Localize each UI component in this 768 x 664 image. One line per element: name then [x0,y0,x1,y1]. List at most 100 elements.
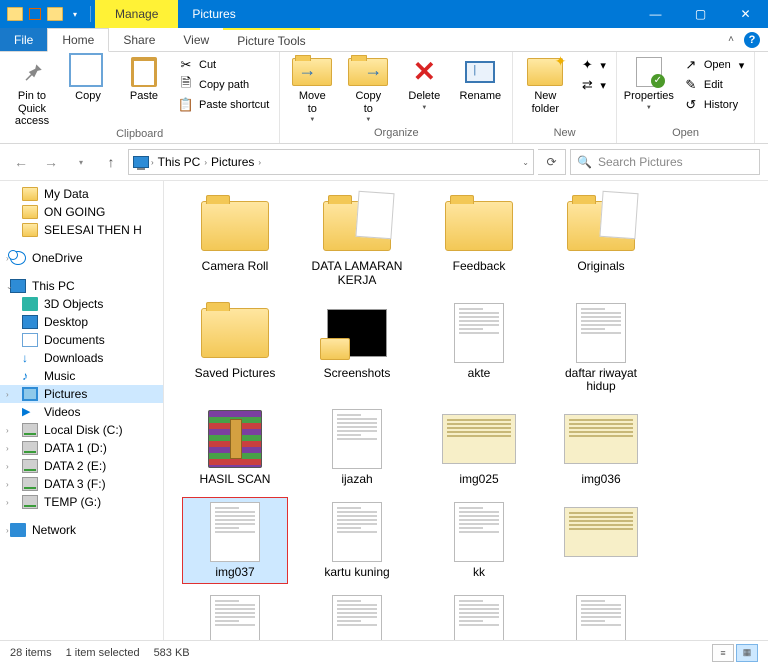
file-item[interactable]: kartu kuning [304,497,410,584]
nav-quick-item[interactable]: ON GOING [0,203,163,221]
tab-share[interactable]: Share [109,28,169,51]
file-item[interactable] [426,590,532,640]
qat-folder-icon[interactable] [6,5,24,23]
chevron-right-icon[interactable]: › [204,158,207,167]
file-item[interactable]: img037 [182,497,288,584]
breadcrumb[interactable]: This PC [156,155,203,169]
easy-access-button[interactable]: ⇄▾ [575,76,610,94]
nav-pc-item[interactable]: ♪Music [0,367,163,385]
view-details-button[interactable]: ≡ [712,644,734,662]
nav-network[interactable]: ›Network [0,521,163,539]
nav-quick-item[interactable]: My Data [0,185,163,203]
address-dropdown-icon[interactable]: ⌄ [522,158,529,167]
file-item[interactable]: DATA LAMARAN KERJA [304,191,410,292]
nav-onedrive[interactable]: ›OneDrive [0,249,163,267]
chevron-right-icon[interactable]: › [6,444,9,453]
nav-pc-item[interactable]: ›Local Disk (C:) [0,421,163,439]
back-button[interactable]: ← [8,149,34,175]
copy-button[interactable]: Copy [62,54,114,103]
tab-picture-tools[interactable]: Picture Tools [223,28,319,51]
file-item[interactable]: kk [426,497,532,584]
tab-home[interactable]: Home [47,28,109,52]
up-button[interactable]: ↑ [98,149,124,175]
pin-to-quick-access-button[interactable]: Pin to Quick access [6,54,58,128]
file-item[interactable]: img036 [548,404,654,491]
refresh-button[interactable]: ⟳ [538,149,566,175]
search-input[interactable]: 🔍 Search Pictures [570,149,760,175]
chevron-right-icon[interactable]: › [6,498,9,507]
file-item[interactable]: Feedback [426,191,532,292]
cut-button[interactable]: ✂Cut [174,56,273,74]
nav-pc-item[interactable]: ›TEMP (G:) [0,493,163,511]
recent-locations-button[interactable]: ▾ [68,149,94,175]
file-item[interactable] [304,590,410,640]
chevron-right-icon[interactable]: › [258,158,261,167]
nav-thispc[interactable]: ⌄This PC [0,277,163,295]
tab-view[interactable]: View [169,28,223,51]
file-item[interactable] [548,590,654,640]
delete-button[interactable]: ✕ Delete▼ [398,54,450,112]
move-to-button[interactable]: → Move to▼ [286,54,338,124]
file-item[interactable]: daftar riwayat hidup [548,298,654,399]
nav-pc-item[interactable]: ›DATA 3 (F:) [0,475,163,493]
ribbon: Pin to Quick access Copy Paste ✂Cut 🗎Cop… [0,52,768,144]
help-icon[interactable]: ? [744,32,760,48]
contextual-tab-manage[interactable]: Manage [95,0,178,28]
chevron-right-icon[interactable]: › [151,158,154,167]
paste-button[interactable]: Paste [118,54,170,103]
chevron-right-icon[interactable]: › [6,526,9,535]
qat-folder2-icon[interactable] [46,5,64,23]
copy-to-button[interactable]: → Copy to▼ [342,54,394,124]
nav-pc-item[interactable]: ↓Downloads [0,349,163,367]
qat-check-icon[interactable] [26,5,44,23]
chevron-right-icon[interactable]: › [6,462,9,471]
file-item[interactable]: akte [426,298,532,399]
edit-button[interactable]: ✎Edit [679,76,748,94]
ribbon-collapse-icon[interactable]: ˄ [728,34,734,45]
file-item[interactable] [548,497,654,584]
nav-pc-item[interactable]: Desktop [0,313,163,331]
file-item[interactable]: Originals [548,191,654,292]
paste-shortcut-button[interactable]: 📋Paste shortcut [174,96,273,114]
file-view[interactable]: Camera RollDATA LAMARAN KERJAFeedbackOri… [164,181,768,640]
select-all-button[interactable]: ▦Select all [761,56,768,74]
file-item[interactable]: Camera Roll [182,191,288,292]
new-item-button[interactable]: ✦▾ [575,56,610,74]
chevron-right-icon[interactable]: › [6,480,9,489]
history-button[interactable]: ↺History [679,96,748,114]
close-button[interactable]: ✕ [723,0,768,28]
navigation-pane[interactable]: My DataON GOINGSELESAI THEN H ›OneDrive … [0,181,164,640]
file-item[interactable]: img025 [426,404,532,491]
nav-pc-item[interactable]: ›Pictures [0,385,163,403]
chevron-right-icon[interactable]: › [6,390,9,399]
nav-pc-item[interactable]: Documents [0,331,163,349]
nav-pc-item[interactable]: 3D Objects [0,295,163,313]
nav-quick-item[interactable]: SELESAI THEN H [0,221,163,239]
minimize-button[interactable]: — [633,0,678,28]
file-item[interactable]: ijazah [304,404,410,491]
forward-button[interactable]: → [38,149,64,175]
address-bar[interactable]: › This PC › Pictures › ⌄ [128,149,534,175]
maximize-button[interactable]: ▢ [678,0,723,28]
select-none-button[interactable]: ▢Select none [761,76,768,94]
new-folder-button[interactable]: New folder [519,54,571,115]
properties-button[interactable]: Properties▼ [623,54,675,112]
file-item[interactable]: Screenshots [304,298,410,399]
nav-pc-item[interactable]: ›DATA 1 (D:) [0,439,163,457]
open-button[interactable]: ↗Open▾ [679,56,748,74]
nav-pc-item[interactable]: ▶Videos [0,403,163,421]
breadcrumb[interactable]: Pictures [209,155,256,169]
qat-dropdown-icon[interactable]: ▾ [66,5,84,23]
file-item[interactable]: HASIL SCAN [182,404,288,491]
file-item[interactable] [182,590,288,640]
nav-pc-item[interactable]: ›DATA 2 (E:) [0,457,163,475]
rename-button[interactable]: Rename [454,54,506,103]
file-tab[interactable]: File [0,28,47,51]
file-item[interactable]: Saved Pictures [182,298,288,399]
view-large-icons-button[interactable]: ▦ [736,644,758,662]
chevron-down-icon[interactable]: ⌄ [6,282,13,291]
invert-selection-button[interactable]: ◩Invert selection [761,96,768,114]
copy-path-button[interactable]: 🗎Copy path [174,76,273,94]
chevron-right-icon[interactable]: › [6,426,9,435]
open-icon: ↗ [683,57,699,73]
